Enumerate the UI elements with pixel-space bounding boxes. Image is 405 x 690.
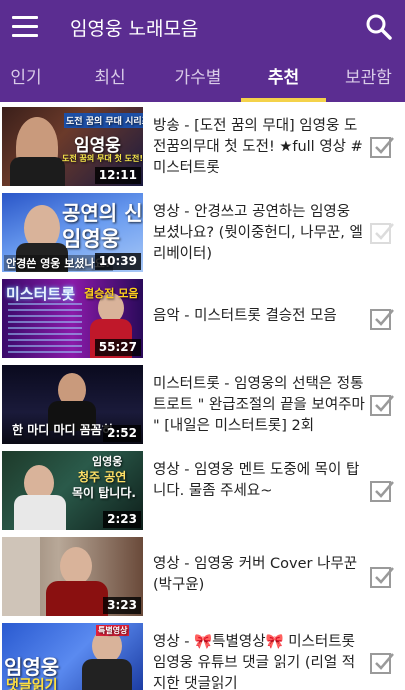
list-item[interactable]: 한 마디 마디 꼼꼼히 2:52 미스터트롯 - 임영웅의 선택은 정통 트로트… xyxy=(0,362,405,448)
list-item[interactable]: 임영웅 청주 공연 목이 탑니다. 2:23 영상 - 임영웅 멘트 도중에 목… xyxy=(0,448,405,534)
person-figure xyxy=(46,581,108,616)
thumbnail-caption: 댓글읽기 xyxy=(6,678,58,690)
person-figure xyxy=(14,495,66,530)
video-title: 영상 - 안경쓰고 공연하는 임영웅 보셨나요? (뭣이중헌디, 나무꾼, 엘리… xyxy=(153,204,363,262)
video-title: 영상 - 🎀특별영상🎀 미스터트롯 임영웅 유튜브 댓글 읽기 (리얼 적지한 … xyxy=(153,634,356,690)
list-item[interactable]: 미스터트롯 결승전 모음 55:27 음악 - 미스터트롯 결승전 모음 xyxy=(0,276,405,362)
thumbnail-caption: 도전 꿈의 무대 첫 도전! xyxy=(62,154,143,163)
person-figure xyxy=(10,157,65,186)
video-title: 방송 - [도전 꿈의 무대] 임영웅 도전꿈의무대 첫 도전! ★full 영… xyxy=(153,118,363,176)
video-thumbnail: 공연의 신 임영웅 안경쓴 영웅 보셨나요? 10:39 xyxy=(2,193,143,272)
tab-library[interactable]: 보관함 xyxy=(332,56,405,102)
tab-indicator xyxy=(241,98,326,102)
checkbox-icon[interactable] xyxy=(369,650,395,676)
thumbnail-caption: 임영웅 xyxy=(62,227,120,251)
thumbnail-caption: 도전 꿈의 무대 시리즈 xyxy=(64,113,143,128)
tab-by-singer[interactable]: 가수별 xyxy=(158,56,238,102)
list-item[interactable]: 도전 꿈의 무대 시리즈 임영웅 도전 꿈의 무대 첫 도전! 12:11 방송… xyxy=(0,104,405,190)
person-figure xyxy=(82,659,132,690)
list-item[interactable]: 특별영상 임영웅 댓글읽기 영상 - 🎀특별영상🎀 미스터트롯 임영웅 유튜브 … xyxy=(0,620,405,690)
duration-badge: 12:11 xyxy=(94,167,141,184)
video-title: 미스터트롯 - 임영웅의 선택은 정통 트로트 " 완급조절의 끝을 보여주마 … xyxy=(153,376,365,434)
tab-latest[interactable]: 최신 xyxy=(70,56,150,102)
tab-bar: 인기 최신 가수별 추천 보관함 xyxy=(0,56,405,102)
checkbox-icon[interactable] xyxy=(369,392,395,418)
checkbox-icon[interactable] xyxy=(369,306,395,332)
duration-badge: 10:39 xyxy=(94,253,141,270)
video-title: 영상 - 임영웅 멘트 도중에 목이 탑니다. 물좀 주세요~ xyxy=(153,462,360,499)
menu-icon[interactable] xyxy=(12,16,38,38)
thumbnail-caption: 한 마디 마디 꼼꼼히 xyxy=(12,423,113,437)
person-figure xyxy=(60,547,92,585)
list-item[interactable]: 공연의 신 임영웅 안경쓴 영웅 보셨나요? 10:39 영상 - 안경쓰고 공… xyxy=(0,190,405,276)
video-thumbnail: 미스터트롯 결승전 모음 55:27 xyxy=(2,279,143,358)
app-title: 임영웅 노래모음 xyxy=(70,18,199,40)
duration-badge: 2:23 xyxy=(103,511,141,528)
checkbox-icon[interactable] xyxy=(369,564,395,590)
video-title: 영상 - 임영웅 커버 Cover 나무꾼 (박구윤) xyxy=(153,556,358,593)
video-title: 음악 - 미스터트롯 결승전 모음 xyxy=(153,308,337,324)
video-thumbnail: 임영웅 청주 공연 목이 탑니다. 2:23 xyxy=(2,451,143,530)
video-thumbnail: 3:23 xyxy=(2,537,143,616)
checkbox-icon[interactable] xyxy=(369,134,395,160)
thumbnail-caption: 청주 공연 xyxy=(78,470,127,484)
checkbox-icon[interactable] xyxy=(369,478,395,504)
app-bar: 임영웅 노래모음 xyxy=(0,0,405,56)
duration-badge: 2:52 xyxy=(103,425,141,442)
thumbnail-caption: 공연의 신 xyxy=(62,201,143,225)
tab-recommended[interactable]: 추천 xyxy=(241,56,326,102)
search-icon[interactable] xyxy=(365,13,393,41)
video-list: 도전 꿈의 무대 시리즈 임영웅 도전 꿈의 무대 첫 도전! 12:11 방송… xyxy=(0,104,405,690)
duration-badge: 3:23 xyxy=(103,597,141,614)
thumbnail-caption: 목이 탑니다. xyxy=(72,486,136,500)
video-thumbnail: 한 마디 마디 꼼꼼히 2:52 xyxy=(2,365,143,444)
thumbnail-caption: 미스터트롯 xyxy=(6,285,76,303)
duration-badge: 55:27 xyxy=(94,339,141,356)
thumbnail-caption: 결승전 모음 xyxy=(84,287,139,300)
background-shape xyxy=(2,537,40,616)
list-item[interactable]: 3:23 영상 - 임영웅 커버 Cover 나무꾼 (박구윤) xyxy=(0,534,405,620)
video-thumbnail: 도전 꿈의 무대 시리즈 임영웅 도전 꿈의 무대 첫 도전! 12:11 xyxy=(2,107,143,186)
video-thumbnail: 특별영상 임영웅 댓글읽기 xyxy=(2,623,143,690)
song-list-graphic xyxy=(8,303,82,353)
thumbnail-caption: 특별영상 xyxy=(96,625,130,636)
tab-popular[interactable]: 인기 xyxy=(0,56,52,102)
thumbnail-caption: 임영웅 xyxy=(92,455,123,468)
checkbox-icon[interactable] xyxy=(369,220,395,246)
